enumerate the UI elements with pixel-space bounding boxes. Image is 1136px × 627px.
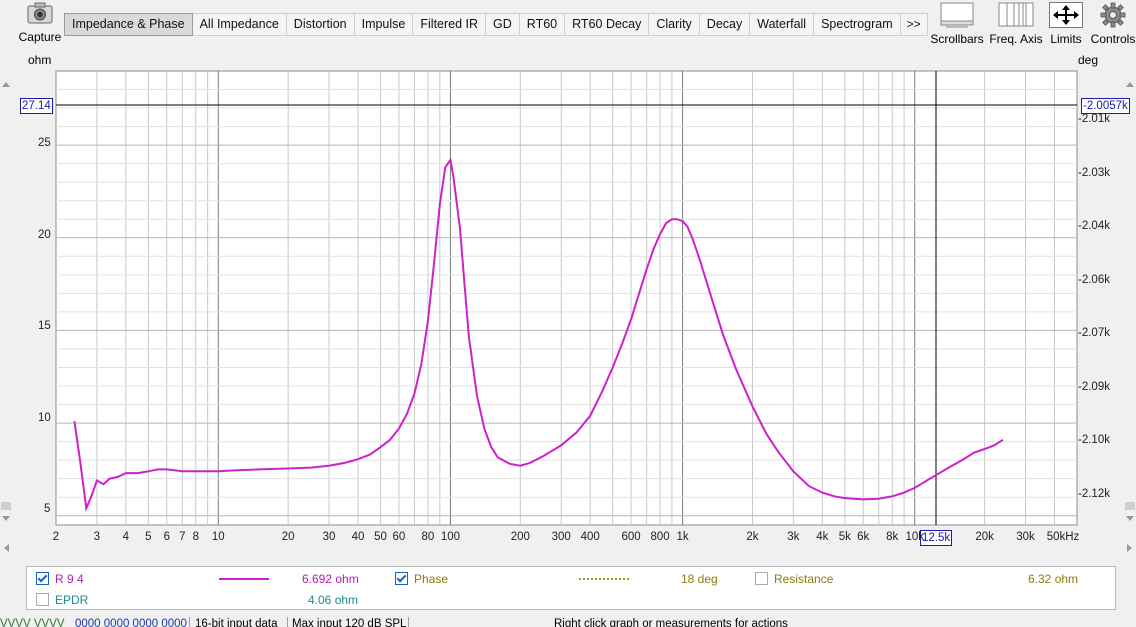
left-scroll-up-icon[interactable] xyxy=(2,82,10,87)
frequency-tick-label: 40 xyxy=(351,531,365,543)
phase-value: 18 deg xyxy=(681,572,718,586)
frequency-tick-label: 3k xyxy=(787,531,800,543)
left-tick: 25 xyxy=(38,137,51,149)
cursor-frequency-readout: 12.5k xyxy=(920,530,953,546)
phase-checkbox[interactable] xyxy=(395,572,408,585)
resistance-label[interactable]: Resistance xyxy=(774,572,833,586)
r94-label[interactable]: R 9 4 xyxy=(55,572,84,586)
resistance-checkbox[interactable] xyxy=(755,572,768,585)
frequency-tick-label: 10 xyxy=(211,531,225,543)
frequency-tick-label: 400 xyxy=(580,531,600,543)
input-level-meter: VVVV VVVV xyxy=(0,618,65,627)
right-tick: -2.07k xyxy=(1078,327,1110,339)
epdr-label[interactable]: EPDR xyxy=(55,593,88,607)
frequency-tick-label: 8 xyxy=(192,531,199,543)
frequency-tick-label: 2k xyxy=(746,531,759,543)
impedance-plot[interactable] xyxy=(0,0,1136,560)
r94-checkbox[interactable] xyxy=(36,572,49,585)
frequency-tick-label: 8k xyxy=(886,531,899,543)
right-tick: -2.04k xyxy=(1078,220,1110,232)
bit-depth-status: 16-bit input data xyxy=(195,618,278,627)
frequency-tick-label: 300 xyxy=(551,531,571,543)
frequency-tick-label: 200 xyxy=(510,531,530,543)
right-scroll-down-icon[interactable] xyxy=(1126,516,1134,521)
bottom-scroll-left-icon[interactable] xyxy=(4,544,9,552)
frequency-tick-label: 600 xyxy=(621,531,641,543)
status-bar: VVVV VVVV 0000 0000 0000 0000 16-bit inp… xyxy=(0,617,1136,627)
left-scrollbar-thumb[interactable] xyxy=(1,502,11,510)
frequency-tick-label: 5 xyxy=(145,531,152,543)
cursor-right-readout: -2.0057k xyxy=(1081,98,1130,114)
left-tick: 15 xyxy=(38,320,51,332)
frequency-tick-label: 20k xyxy=(975,531,994,543)
frequency-tick-label: 6k xyxy=(857,531,870,543)
frequency-tick-label: 3 xyxy=(93,531,101,543)
frequency-tick-label: 100 xyxy=(440,531,461,543)
bottom-scroll-right-icon[interactable] xyxy=(1127,544,1132,552)
right-tick: -2.09k xyxy=(1078,381,1110,393)
r94-value: 6.692 ohm xyxy=(302,572,359,586)
plot-area[interactable] xyxy=(55,70,1078,526)
frequency-tick-label: 2 xyxy=(52,531,60,543)
frequency-tick-label: 50 xyxy=(374,531,387,543)
epdr-checkbox[interactable] xyxy=(36,593,49,606)
right-tick: -2.10k xyxy=(1078,434,1110,446)
frequency-tick-label: 800 xyxy=(650,531,670,543)
frequency-tick-label: 7 xyxy=(179,531,186,543)
left-scroll-down-icon[interactable] xyxy=(2,516,10,521)
phase-label[interactable]: Phase xyxy=(414,572,448,586)
left-tick: 5 xyxy=(44,503,51,515)
right-tick: -2.01k xyxy=(1078,113,1110,125)
frequency-tick-label: 80 xyxy=(421,531,435,543)
frequency-tick-label: 5k xyxy=(838,531,851,543)
cursor-left-readout: 27.14 xyxy=(20,98,53,114)
resistance-value: 6.32 ohm xyxy=(1028,572,1079,586)
r94-line-swatch xyxy=(219,578,269,580)
hint-status: Right click graph or measurements for ac… xyxy=(554,618,788,627)
right-scrollbar-thumb[interactable] xyxy=(1125,502,1135,510)
left-tick: 10 xyxy=(38,412,51,424)
input-level-readout: 0000 0000 0000 0000 xyxy=(75,618,187,627)
frequency-tick-label: 10k xyxy=(905,531,924,543)
frequency-tick-label: 30k xyxy=(1016,531,1035,543)
frequency-tick-label: 30 xyxy=(322,531,336,543)
max-input-status: Max input 120 dB SPL xyxy=(292,618,407,627)
frequency-tick-label: 6 xyxy=(163,531,170,543)
right-scroll-up-icon[interactable] xyxy=(1126,82,1134,87)
frequency-tick-label: 4 xyxy=(122,531,130,543)
measurement-legend: R 9 4 6.692 ohm Phase 18 deg Resistance … xyxy=(26,566,1116,610)
frequency-tick-label: 4k xyxy=(816,531,829,543)
frequency-tick-label: 50kHz xyxy=(1046,531,1080,543)
left-tick: 20 xyxy=(38,229,51,241)
phase-line-swatch xyxy=(579,578,629,580)
frequency-tick-label: 60 xyxy=(392,531,406,543)
frequency-tick-label: 20 xyxy=(281,531,295,543)
frequency-tick-label: 1k xyxy=(676,531,689,543)
right-tick: -2.03k xyxy=(1078,167,1110,179)
right-tick: -2.06k xyxy=(1078,274,1110,286)
epdr-value: 4.06 ohm xyxy=(308,593,359,607)
right-tick: -2.12k xyxy=(1078,488,1110,500)
